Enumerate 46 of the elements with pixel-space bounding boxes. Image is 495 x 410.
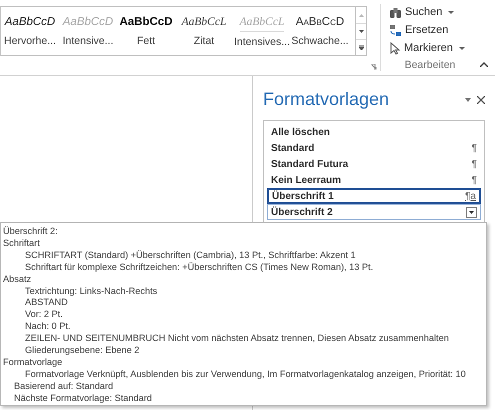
style-gallery-item[interactable]: AaBbCcL Intensives... [233,7,291,55]
style-gallery-item[interactable]: AaBbCcL Zitat [175,7,233,55]
style-gallery-item[interactable]: AaBbCcD Fett [117,7,175,55]
collapse-ribbon-icon[interactable] [480,62,488,67]
tooltip-line: Nächste Formatvorlage: Standard [13,392,153,405]
style-list-item[interactable]: Alle löschen [267,124,481,140]
close-icon[interactable] [477,96,485,104]
tooltip-line: Gliederungsebene: Ebene 2 [24,345,140,357]
tooltip-line: Nach: 0 Pt. [24,321,72,334]
ribbon-command-button[interactable]: Suchen [389,5,454,20]
binoculars-icon [389,6,402,18]
caret-icon [448,11,454,14]
tooltip-line: Absatz [3,274,32,286]
style-gallery-item[interactable]: AaBbCcD Intensive... [59,7,117,55]
tooltip-line: Formatvorlage Verknüpft, Ausblenden bis zur Verwendung, Im Formatvorlagenkatalog anzeigen, Priorität: 10 [24,368,467,381]
style-list-item[interactable]: Kein Leerraum ¶ [267,172,481,188]
tooltip-line: Formatvorlage [3,356,64,369]
tooltip-line: SCHRIFTART (Standard) +Überschriften (Cambria), 13 Pt., Schriftfarbe: Akzent 1 [24,250,357,262]
expand-icon [358,45,364,50]
down-arrow-icon [469,210,474,214]
dropdown-button[interactable] [466,206,477,218]
ribbon-command-button[interactable]: Ersetzen [389,23,448,38]
dialog-launcher-icon[interactable] [371,64,377,70]
tooltip-line: Basierend auf: Standard [13,380,114,393]
style-list-item[interactable]: Standard Futura ¶ [267,156,481,172]
style-gallery-item[interactable]: AaBbCcD Schwache... [291,7,349,55]
style-list-item[interactable]: Überschrift 1 ¶a [267,188,481,204]
down-arrow-icon [358,30,364,33]
style-gallery-item[interactable]: AaBbCcD Hervorhe... [1,7,59,55]
cursor-icon [389,42,401,55]
replace-icon [389,24,402,37]
up-arrow-icon [358,14,364,16]
tooltip-line: Textrichtung: Links-Nach-Rechts [24,286,158,298]
ribbon-command-button[interactable]: Markieren [389,41,465,56]
tooltip-line: Schriftart für komplexe Schriftzeichen: +Überschriften CS (Times New Roman), 13 Pt. [24,262,374,274]
style-list-item[interactable]: Überschrift 2 [267,204,481,220]
group-label: Bearbeiten [404,58,456,73]
tooltip-line: Vor: 2 Pt. [24,309,64,322]
caret-icon [458,47,465,50]
dropdown-icon[interactable] [465,98,471,102]
tooltip-line: ABSTAND [24,297,69,310]
tooltip-line: ZEILEN- UND SEITENUMBRUCH Nicht vom nächsten Absatz trennen, Diesen Absatz zusammenhalten [24,333,450,346]
style-list-item[interactable]: Standard ¶ [267,140,481,156]
pane-title: Formatvorlagen [263,88,390,111]
tooltip-line: Überschrift 2: [3,226,59,238]
tooltip-line: Schriftart [3,238,41,250]
